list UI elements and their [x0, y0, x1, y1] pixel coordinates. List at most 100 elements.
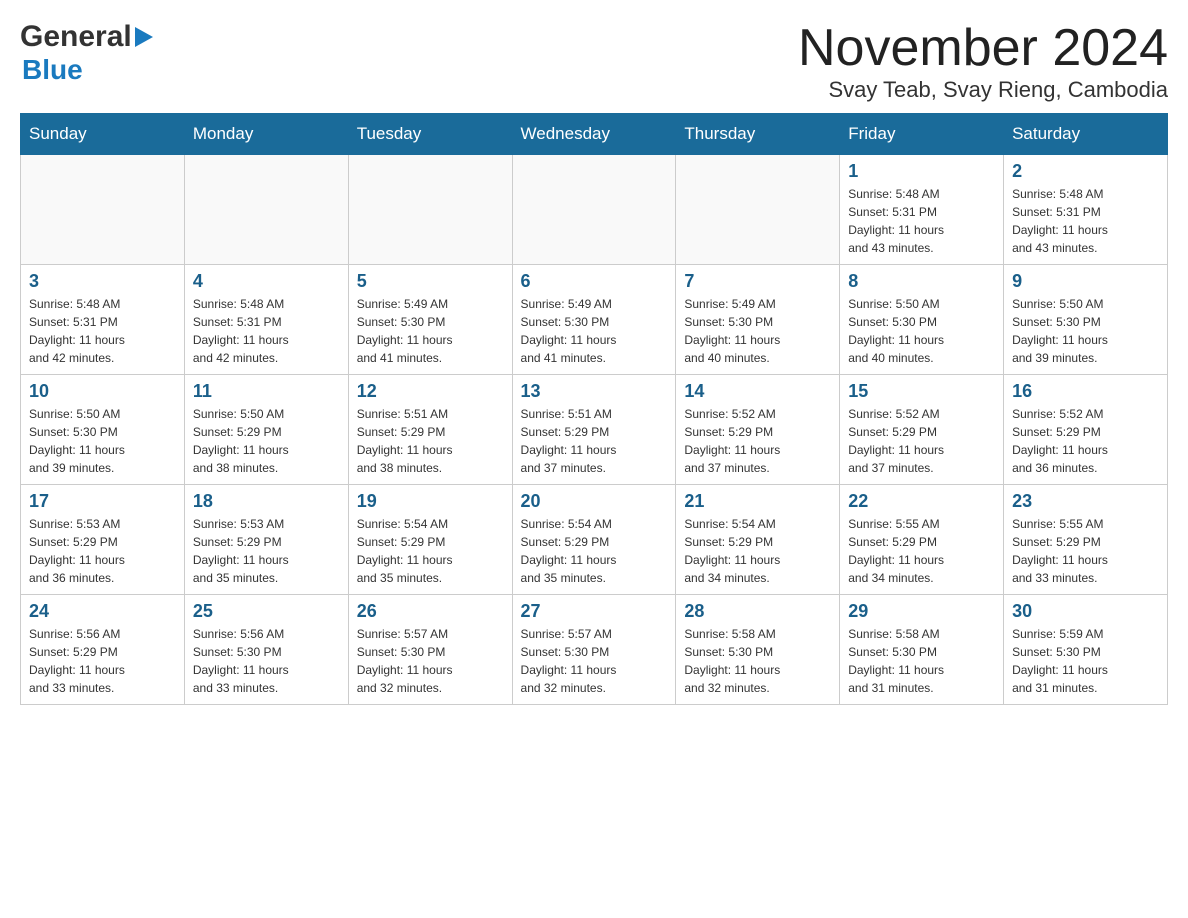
day-number: 14 [684, 381, 831, 402]
calendar-week-row: 1 Sunrise: 5:48 AM Sunset: 5:31 PM Daylig… [21, 155, 1168, 265]
table-row: 3 Sunrise: 5:48 AM Sunset: 5:31 PM Daylig… [21, 265, 185, 375]
table-row [348, 155, 512, 265]
day-number: 30 [1012, 601, 1159, 622]
day-number: 20 [521, 491, 668, 512]
day-info: Sunrise: 5:57 AM Sunset: 5:30 PM Dayligh… [357, 625, 504, 697]
table-row: 10 Sunrise: 5:50 AM Sunset: 5:30 PM Dayli… [21, 375, 185, 485]
day-number: 27 [521, 601, 668, 622]
day-number: 15 [848, 381, 995, 402]
table-row: 22Sunrise: 5:55 AM Sunset: 5:29 PM Dayli… [840, 485, 1004, 595]
table-row: 27 Sunrise: 5:57 AM Sunset: 5:30 PM Dayli… [512, 595, 676, 705]
table-row: 18 Sunrise: 5:53 AM Sunset: 5:29 PM Dayli… [184, 485, 348, 595]
day-number: 25 [193, 601, 340, 622]
table-row: 8Sunrise: 5:50 AM Sunset: 5:30 PM Daylig… [840, 265, 1004, 375]
day-info: Sunrise: 5:50 AM Sunset: 5:30 PM Dayligh… [29, 405, 176, 477]
table-row [184, 155, 348, 265]
calendar-table: Sunday Monday Tuesday Wednesday Thursday… [20, 113, 1168, 705]
day-number: 8 [848, 271, 995, 292]
table-row: 7Sunrise: 5:49 AM Sunset: 5:30 PM Daylig… [676, 265, 840, 375]
table-row: 2 Sunrise: 5:48 AM Sunset: 5:31 PM Daylig… [1004, 155, 1168, 265]
col-saturday: Saturday [1004, 114, 1168, 155]
day-number: 28 [684, 601, 831, 622]
table-row: 25 Sunrise: 5:56 AM Sunset: 5:30 PM Dayli… [184, 595, 348, 705]
day-number: 2 [1012, 161, 1159, 182]
table-row: 13 Sunrise: 5:51 AM Sunset: 5:29 PM Dayli… [512, 375, 676, 485]
table-row: 28 Sunrise: 5:58 AM Sunset: 5:30 PM Dayli… [676, 595, 840, 705]
day-number: 9 [1012, 271, 1159, 292]
calendar-week-row: 3 Sunrise: 5:48 AM Sunset: 5:31 PM Daylig… [21, 265, 1168, 375]
col-wednesday: Wednesday [512, 114, 676, 155]
day-info: Sunrise: 5:55 AM Sunset: 5:29 PM Dayligh… [848, 515, 995, 587]
day-number: 1 [848, 161, 995, 182]
table-row [676, 155, 840, 265]
day-info: Sunrise: 5:53 AM Sunset: 5:29 PM Dayligh… [193, 515, 340, 587]
day-number: 5 [357, 271, 504, 292]
day-number: 3 [29, 271, 176, 292]
day-info: Sunrise: 5:49 AM Sunset: 5:30 PM Dayligh… [357, 295, 504, 367]
day-info: Sunrise: 5:54 AM Sunset: 5:29 PM Dayligh… [521, 515, 668, 587]
table-row: 14 Sunrise: 5:52 AM Sunset: 5:29 PM Dayli… [676, 375, 840, 485]
day-info: Sunrise: 5:58 AM Sunset: 5:30 PM Dayligh… [848, 625, 995, 697]
day-number: 18 [193, 491, 340, 512]
day-info: Sunrise: 5:50 AM Sunset: 5:29 PM Dayligh… [193, 405, 340, 477]
day-info: Sunrise: 5:54 AM Sunset: 5:29 PM Dayligh… [684, 515, 831, 587]
table-row: 12 Sunrise: 5:51 AM Sunset: 5:29 PM Dayli… [348, 375, 512, 485]
col-monday: Monday [184, 114, 348, 155]
day-info: Sunrise: 5:56 AM Sunset: 5:29 PM Dayligh… [29, 625, 176, 697]
table-row: 29Sunrise: 5:58 AM Sunset: 5:30 PM Dayli… [840, 595, 1004, 705]
calendar-week-row: 17 Sunrise: 5:53 AM Sunset: 5:29 PM Dayli… [21, 485, 1168, 595]
page-subtitle: Svay Teab, Svay Rieng, Cambodia [798, 77, 1168, 103]
day-info: Sunrise: 5:51 AM Sunset: 5:29 PM Dayligh… [521, 405, 668, 477]
day-info: Sunrise: 5:56 AM Sunset: 5:30 PM Dayligh… [193, 625, 340, 697]
logo-general-text: General [20, 20, 132, 54]
day-number: 4 [193, 271, 340, 292]
day-info: Sunrise: 5:58 AM Sunset: 5:30 PM Dayligh… [684, 625, 831, 697]
table-row: 9 Sunrise: 5:50 AM Sunset: 5:30 PM Daylig… [1004, 265, 1168, 375]
col-friday: Friday [840, 114, 1004, 155]
day-number: 26 [357, 601, 504, 622]
day-number: 12 [357, 381, 504, 402]
day-number: 23 [1012, 491, 1159, 512]
table-row: 19 Sunrise: 5:54 AM Sunset: 5:29 PM Dayli… [348, 485, 512, 595]
table-row: 21 Sunrise: 5:54 AM Sunset: 5:29 PM Dayli… [676, 485, 840, 595]
calendar-week-row: 10 Sunrise: 5:50 AM Sunset: 5:30 PM Dayli… [21, 375, 1168, 485]
day-info: Sunrise: 5:57 AM Sunset: 5:30 PM Dayligh… [521, 625, 668, 697]
day-number: 16 [1012, 381, 1159, 402]
table-row: 11 Sunrise: 5:50 AM Sunset: 5:29 PM Dayli… [184, 375, 348, 485]
day-info: Sunrise: 5:52 AM Sunset: 5:29 PM Dayligh… [848, 405, 995, 477]
table-row: 16 Sunrise: 5:52 AM Sunset: 5:29 PM Dayli… [1004, 375, 1168, 485]
table-row: 5 Sunrise: 5:49 AM Sunset: 5:30 PM Daylig… [348, 265, 512, 375]
day-info: Sunrise: 5:49 AM Sunset: 5:30 PM Dayligh… [521, 295, 668, 367]
page-title: November 2024 [798, 20, 1168, 77]
day-info: Sunrise: 5:55 AM Sunset: 5:29 PM Dayligh… [1012, 515, 1159, 587]
table-row: 6Sunrise: 5:49 AM Sunset: 5:30 PM Daylig… [512, 265, 676, 375]
day-info: Sunrise: 5:52 AM Sunset: 5:29 PM Dayligh… [1012, 405, 1159, 477]
day-info: Sunrise: 5:59 AM Sunset: 5:30 PM Dayligh… [1012, 625, 1159, 697]
day-info: Sunrise: 5:50 AM Sunset: 5:30 PM Dayligh… [1012, 295, 1159, 367]
page-header: General Blue November 2024 Svay Teab, Sv… [20, 20, 1168, 103]
day-info: Sunrise: 5:48 AM Sunset: 5:31 PM Dayligh… [29, 295, 176, 367]
calendar-week-row: 24 Sunrise: 5:56 AM Sunset: 5:29 PM Dayli… [21, 595, 1168, 705]
calendar-header-row: Sunday Monday Tuesday Wednesday Thursday… [21, 114, 1168, 155]
day-number: 19 [357, 491, 504, 512]
day-number: 11 [193, 381, 340, 402]
day-number: 24 [29, 601, 176, 622]
day-info: Sunrise: 5:53 AM Sunset: 5:29 PM Dayligh… [29, 515, 176, 587]
table-row: 23 Sunrise: 5:55 AM Sunset: 5:29 PM Dayli… [1004, 485, 1168, 595]
title-block: November 2024 Svay Teab, Svay Rieng, Cam… [798, 20, 1168, 103]
day-number: 21 [684, 491, 831, 512]
logo-triangle-icon [135, 27, 153, 52]
table-row: 24 Sunrise: 5:56 AM Sunset: 5:29 PM Dayli… [21, 595, 185, 705]
day-number: 10 [29, 381, 176, 402]
day-info: Sunrise: 5:48 AM Sunset: 5:31 PM Dayligh… [848, 185, 995, 257]
table-row: 15 Sunrise: 5:52 AM Sunset: 5:29 PM Dayli… [840, 375, 1004, 485]
day-info: Sunrise: 5:51 AM Sunset: 5:29 PM Dayligh… [357, 405, 504, 477]
col-thursday: Thursday [676, 114, 840, 155]
day-info: Sunrise: 5:48 AM Sunset: 5:31 PM Dayligh… [1012, 185, 1159, 257]
day-info: Sunrise: 5:52 AM Sunset: 5:29 PM Dayligh… [684, 405, 831, 477]
logo-blue-text: Blue [22, 54, 83, 85]
logo: General Blue [20, 20, 153, 86]
day-info: Sunrise: 5:54 AM Sunset: 5:29 PM Dayligh… [357, 515, 504, 587]
day-number: 17 [29, 491, 176, 512]
day-number: 13 [521, 381, 668, 402]
